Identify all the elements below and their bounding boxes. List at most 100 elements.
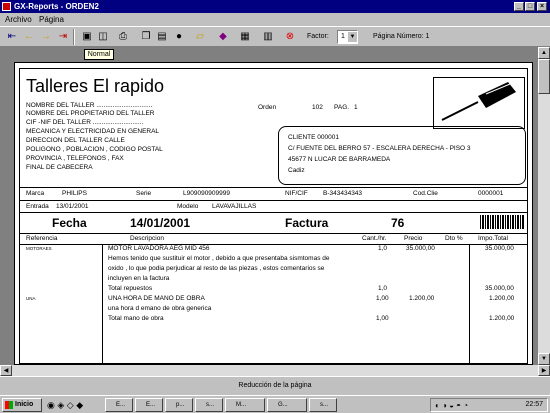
scroll-down-icon[interactable]: ▼ [538,353,550,365]
pag-label: PAG. [334,104,350,111]
vertical-scrollbar[interactable]: ▲ ▼ [538,47,550,365]
row-desc: MOTOR LAVADORA AEG MID 456 [108,245,210,252]
window-title: GX-Reports - ORDEN2 [14,2,99,11]
orden-label: Orden [258,104,277,111]
screwdriver-icon [441,82,516,121]
tray-icons[interactable]: ◐ ◑ ◒ ◓ ◔ [435,400,468,412]
col-header-precio: Precio [404,235,423,242]
marca-value: PHILIPS [62,190,87,197]
modelo-label: Modelo [177,203,199,210]
taskbar-task[interactable]: s... [195,398,223,412]
application-window: GX-Reports - ORDEN2 _ □ × Archivo Página… [0,0,550,413]
header-line: NOMBRE DEL PROPIETARIO DEL TALLER [26,110,155,117]
app-icon[interactable] [2,2,11,11]
open-folder-icon[interactable]: ▱ [193,29,207,44]
row-precio: 1.200,00 [409,295,435,302]
factura-value: 76 [391,216,405,230]
copy-icon[interactable]: ❐ [139,29,153,44]
status-bar: Reducción de la página [0,376,550,393]
title-bar[interactable]: GX-Reports - ORDEN2 _ □ × [0,0,550,13]
scroll-left-icon[interactable]: ◀ [0,365,12,376]
chevron-down-icon[interactable]: ▼ [348,32,357,42]
page-number: Página Número: 1 [373,33,430,40]
invoice: Talleres El rapido NOMBRE DEL TALLER ...… [19,68,528,364]
scroll-up-icon[interactable]: ▲ [538,47,550,59]
tooltip: Normal [84,49,114,60]
cod-label: Cod.Clie [413,190,438,197]
book-icon[interactable]: ◆ [216,29,230,44]
row-cant: 1,0 [378,245,388,252]
calculator-icon[interactable]: ▦ [238,29,252,44]
header-line: PROVINCIA , TELEFONOS , FAX [26,155,124,162]
factor-label: Factor: [307,33,329,40]
row-desc: una hora d emano de obra generica [108,305,212,312]
header-line: POLIGONO , POBLACION , CODIGO POSTAL [26,146,163,153]
taskbar-task[interactable]: s... [309,398,337,412]
report-page: Talleres El rapido NOMBRE DEL TALLER ...… [14,62,533,365]
taskbar: Inicio ◉ ◈ ◇ ◆ E... E... p... s... M... … [0,395,550,413]
normal-view-icon[interactable]: ▣ [80,29,94,44]
row-ref: UNA [26,296,36,301]
last-page-icon[interactable]: ⇥ [56,29,70,44]
calendar-icon[interactable]: ▥ [261,29,275,44]
factor-value: 1 [341,33,345,40]
row-desc: Hemos tenido que sustituir el motor , de… [108,255,330,262]
windows-logo-icon [5,401,13,409]
scroll-right-icon[interactable]: ▶ [538,365,550,376]
modelo-value: LAVAVAJILLAS [212,203,257,210]
entrada-value: 13/01/2001 [56,203,89,210]
two-pages-icon[interactable]: ◫ [96,29,110,44]
first-page-icon[interactable]: ⇤ [5,29,19,44]
header-line: CIF -NIF DEL TALLER ....................… [26,119,144,126]
menu-archivo[interactable]: Archivo [2,13,35,26]
factor-select[interactable]: 1 ▼ [337,30,358,44]
horizontal-scrollbar[interactable]: ◀ ▶ [0,365,550,376]
row-cant: 1,00 [376,295,389,302]
row-cant: 1,00 [376,315,389,322]
row-impo: 1.200,00 [489,295,515,302]
next-page-icon[interactable]: → [39,29,53,44]
orden-value: 102 [312,104,323,111]
taskbar-task[interactable]: p... [165,398,193,412]
taskbar-task[interactable]: E... [135,398,163,412]
export-icon[interactable]: ● [172,29,186,44]
save-icon[interactable]: ▤ [155,29,169,44]
col-header-desc: Descripcion [130,235,164,242]
row-impo: 35.000,00 [485,285,514,292]
maximize-button[interactable]: □ [525,2,535,11]
close-button[interactable]: × [537,2,547,11]
marca-label: Marca [26,190,45,197]
cod-value: 0000001 [478,190,504,197]
minimize-button[interactable]: _ [514,2,524,11]
row-desc: UNA HORA DE MANO DE OBRA [108,295,205,302]
menu-pagina[interactable]: Página [36,13,67,26]
logo-box [433,77,525,129]
taskbar-task[interactable]: M... [225,398,265,412]
stop-icon[interactable]: ⊗ [283,29,297,44]
header-line: DIRECCION DEL TALLER CALLE [26,137,125,144]
row-desc: oxido , lo que podia perjudicar al resto… [108,265,325,272]
pag-value: 1 [354,104,358,111]
header-line: MECANICA Y ELECTRICIDAD EN GENERAL [26,128,160,135]
taskbar-task[interactable]: G... [267,398,307,412]
fecha-label: Fecha [52,216,87,230]
start-label: Inicio [15,401,34,408]
row-ref: MOTORAES [26,246,52,251]
clock[interactable]: 22:57 [525,401,543,408]
toolbar: ⇤ ← → ⇥ ▣ ◫ ⎙ ❐ ▤ ● ▱ ◆ ▦ ▥ ⊗ Factor: 1 … [0,26,550,47]
client-line: CLIENTE 000001 [288,134,339,141]
system-tray: ◐ ◑ ◒ ◓ ◔ 22:57 [430,398,548,412]
quick-launch-icons[interactable]: ◉ ◈ ◇ ◆ [47,399,99,411]
print-icon[interactable]: ⎙ [116,29,130,44]
factura-label: Factura [285,216,329,230]
nif-value: B-343434343 [323,190,363,197]
taskbar-task[interactable]: E... [105,398,133,412]
scroll-thumb[interactable] [538,59,550,94]
fecha-value: 14/01/2001 [130,216,191,230]
row-desc: Total mano de obra [108,315,164,322]
previous-page-icon[interactable]: ← [22,29,36,44]
client-line: Cadiz [288,167,305,174]
row-impo: 35.000,00 [485,245,514,252]
start-button[interactable]: Inicio [2,398,42,412]
row-precio: 35.000,00 [406,245,435,252]
